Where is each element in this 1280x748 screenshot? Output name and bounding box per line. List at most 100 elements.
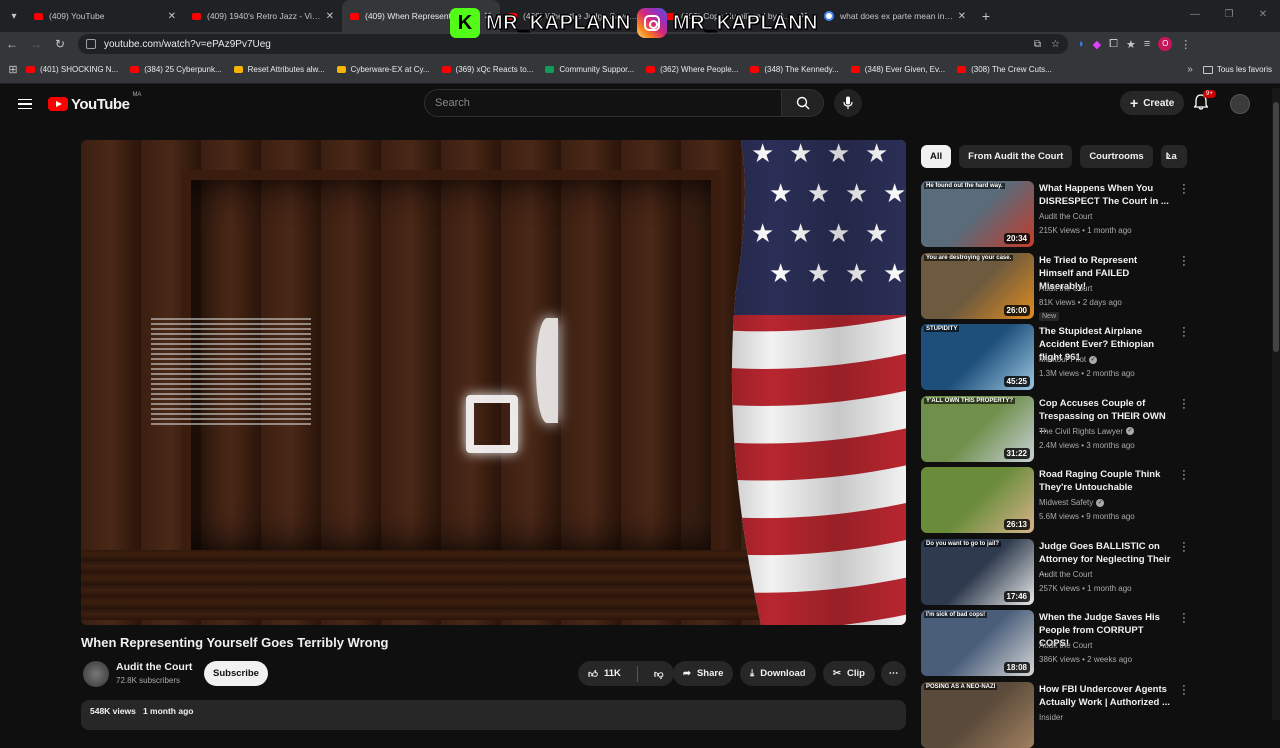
more-bookmarks-chevron-icon[interactable]: » xyxy=(1187,64,1193,75)
channel-avatar[interactable] xyxy=(83,661,109,687)
description-box[interactable]: 548K views 1 month ago xyxy=(81,700,906,730)
recommendation-item[interactable]: I'm sick of bad cops! 18:08 When the Judge… xyxy=(921,609,1191,676)
bookmark-item[interactable]: (401) SHOCKING N... xyxy=(26,65,118,74)
bookmark-item[interactable]: (348) The Kennedy... xyxy=(750,65,839,74)
recommendation-channel[interactable]: Mentour Pilot ✓ xyxy=(1039,355,1098,364)
kebab-menu-icon[interactable]: · · · xyxy=(1179,466,1189,485)
bookmarks-star-icon[interactable]: ★ xyxy=(1126,38,1136,51)
dislike-button[interactable]: 👎︎ xyxy=(644,661,674,686)
site-info-icon[interactable] xyxy=(86,39,96,49)
bookmark-item[interactable]: (308) The Crew Cuts... xyxy=(957,65,1052,74)
media-controls-icon[interactable]: ≡ xyxy=(1144,38,1150,50)
guide-menu-icon[interactable] xyxy=(18,96,32,113)
recommendation-channel[interactable]: Insider xyxy=(1039,713,1063,722)
new-tab-button[interactable]: + xyxy=(974,8,998,24)
video-thumbnail[interactable]: Do you want to go to jail? 17:46 xyxy=(921,538,1034,605)
recommendation-channel[interactable]: Audit the Court xyxy=(1039,212,1092,221)
video-thumbnail[interactable]: STUPIDITY 45:25 xyxy=(921,324,1034,390)
page-scrollbar[interactable] xyxy=(1272,88,1280,720)
video-player[interactable]: ★ ★ ★ ★ ★ ★ ★ ★ ★ ★ ★ ★ ★ ★ ★ ★ xyxy=(81,140,906,625)
minimize-button[interactable]: — xyxy=(1178,0,1212,32)
search-button[interactable] xyxy=(782,89,824,117)
kebab-menu-icon[interactable]: · · · xyxy=(1179,323,1189,342)
back-arrow-icon[interactable]: ← xyxy=(0,37,24,51)
profile-avatar[interactable]: O xyxy=(1158,37,1173,51)
recommendation-item[interactable]: Y'ALL OWN THIS PROPERTY? 31:22 Cop Accuses… xyxy=(921,394,1191,462)
filter-chip[interactable]: Courtrooms xyxy=(1080,144,1153,168)
browser-tab[interactable]: what does ex parte mean in law ✕ xyxy=(816,0,974,32)
kebab-menu-icon[interactable]: · · · xyxy=(1179,394,1189,413)
bookmark-item[interactable]: (369) xQc Reacts to... xyxy=(441,65,533,74)
chips-next-chevron-icon[interactable]: › xyxy=(1167,150,1171,162)
kebab-menu-icon[interactable]: · · · xyxy=(1179,537,1189,556)
extension-icon[interactable]: ◆ xyxy=(1093,38,1101,51)
install-app-icon[interactable]: ⧉ xyxy=(1034,39,1041,50)
browser-tab[interactable]: (409) YouTube ✕ xyxy=(26,0,184,32)
kebab-menu-icon[interactable]: · · · xyxy=(1179,251,1189,270)
video-thumbnail[interactable]: POSING AS A NEO-NAZI xyxy=(921,681,1034,748)
bookmark-item[interactable]: (384) 25 Cyberpunk... xyxy=(130,65,222,74)
filter-chip[interactable]: From Audit the Court xyxy=(959,144,1073,168)
channel-name[interactable]: Audit the Court xyxy=(116,661,192,673)
recommendation-channel[interactable]: Audit the Court xyxy=(1039,641,1092,650)
recommendation-item[interactable]: Do you want to go to jail? 17:46 Judge Goe… xyxy=(921,537,1191,605)
restore-button[interactable]: ❐ xyxy=(1212,0,1246,32)
account-avatar[interactable] xyxy=(1230,94,1250,114)
reload-icon[interactable]: ↻ xyxy=(48,37,72,51)
extensions-puzzle-icon[interactable]: ⧠ xyxy=(1109,38,1118,51)
video-thumbnail[interactable]: I'm sick of bad cops! 18:08 xyxy=(921,610,1034,676)
subscribe-button[interactable]: Subscribe xyxy=(204,661,268,686)
extension-icon[interactable]: ◗ xyxy=(1078,38,1085,50)
recommendation-channel[interactable]: The Civil Rights Lawyer ✓ xyxy=(1039,427,1135,436)
recommendation-item[interactable]: POSING AS A NEO-NAZI How FBI Undercover A… xyxy=(921,680,1191,748)
recommendation-item[interactable]: He found out the hard way. 20:34 What Happ… xyxy=(921,180,1191,247)
forward-arrow-icon[interactable]: → xyxy=(24,37,48,51)
apps-grid-icon[interactable]: ⊞ xyxy=(0,63,26,76)
download-button[interactable]: ⤓ Download xyxy=(740,661,816,686)
voice-search-button[interactable] xyxy=(834,89,862,117)
like-button[interactable]: 👍︎ 11K xyxy=(578,661,631,686)
kebab-menu-icon[interactable]: · · · xyxy=(1179,180,1189,199)
create-button[interactable]: + Create xyxy=(1120,91,1185,115)
clip-button[interactable]: ✂ Clip xyxy=(823,661,875,686)
filter-chip[interactable]: La xyxy=(1160,144,1187,168)
youtube-logo[interactable]: YouTube MA xyxy=(48,92,141,113)
recommendation-channel[interactable]: Audit the Court xyxy=(1039,284,1092,293)
recommendation-channel-name: Insider xyxy=(1039,712,1064,722)
recommendation-item[interactable]: You are destroying your case. 26:00 He Tri… xyxy=(921,251,1191,321)
all-bookmarks-folder[interactable]: Tous les favoris xyxy=(1202,65,1272,74)
tab-close-icon[interactable]: ✕ xyxy=(168,11,176,22)
search-input[interactable] xyxy=(424,89,782,117)
filter-chip[interactable]: All xyxy=(921,144,952,168)
video-thumbnail[interactable]: You are destroying your case. 26:00 xyxy=(921,252,1034,319)
kebab-menu-icon[interactable]: · · · xyxy=(1179,609,1189,628)
bookmark-item[interactable]: (362) Where People... xyxy=(646,65,738,74)
recommendation-item[interactable]: STUPIDITY 45:25 The Stupidest Airplane Acc… xyxy=(921,323,1191,390)
tab-close-icon[interactable]: ✕ xyxy=(958,11,966,22)
tab-close-icon[interactable]: ✕ xyxy=(326,11,334,22)
browser-tab[interactable]: (409) 1940's Retro Jazz - Vintage ✕ xyxy=(184,0,342,32)
more-actions-button[interactable]: ⋯ xyxy=(881,661,906,686)
scrollbar-thumb[interactable] xyxy=(1273,102,1279,352)
bookmark-item[interactable]: Cyberware-EX at Cy... xyxy=(336,65,430,74)
bookmark-item[interactable]: Reset Attributes alw... xyxy=(233,65,325,74)
video-thumbnail[interactable]: Y'ALL OWN THIS PROPERTY? 31:22 xyxy=(921,395,1034,462)
bookmark-item[interactable]: Community Suppor... xyxy=(545,65,634,74)
recommendation-channel[interactable]: Midwest Safety ✓ xyxy=(1039,498,1105,507)
bookmark-star-icon[interactable]: ☆ xyxy=(1051,39,1060,50)
recommendation-title[interactable]: How FBI Undercover Agents Actually Work … xyxy=(1039,683,1174,709)
tab-search-chevron-icon[interactable]: ▾ xyxy=(2,4,26,28)
bookmark-item[interactable]: (348) Ever Given, Ev... xyxy=(850,65,945,74)
video-thumbnail[interactable]: He found out the hard way. 20:34 xyxy=(921,181,1034,247)
video-thumbnail[interactable]: 26:13 xyxy=(921,467,1034,533)
recommendation-channel[interactable]: Audit the Court xyxy=(1039,570,1092,579)
kebab-menu-icon[interactable]: · · · xyxy=(1179,680,1189,699)
recommendation-title[interactable]: Road Raging Couple Think They're Untouch… xyxy=(1039,468,1174,494)
recommendation-item[interactable]: 26:13 Road Raging Couple Think They're Un… xyxy=(921,466,1191,533)
url-text[interactable]: youtube.com/watch?v=ePAz9Pv7Ueg xyxy=(104,39,271,50)
share-button[interactable]: ➦ Share xyxy=(673,661,734,686)
recommendation-title[interactable]: What Happens When You DISRESPECT The Cou… xyxy=(1039,182,1174,208)
video-owner-row: Audit the Court 72.8K subscribers Subscr… xyxy=(81,660,906,690)
close-window-button[interactable]: ✕ xyxy=(1246,0,1280,32)
chrome-menu-icon[interactable]: ⋮ xyxy=(1180,38,1191,51)
